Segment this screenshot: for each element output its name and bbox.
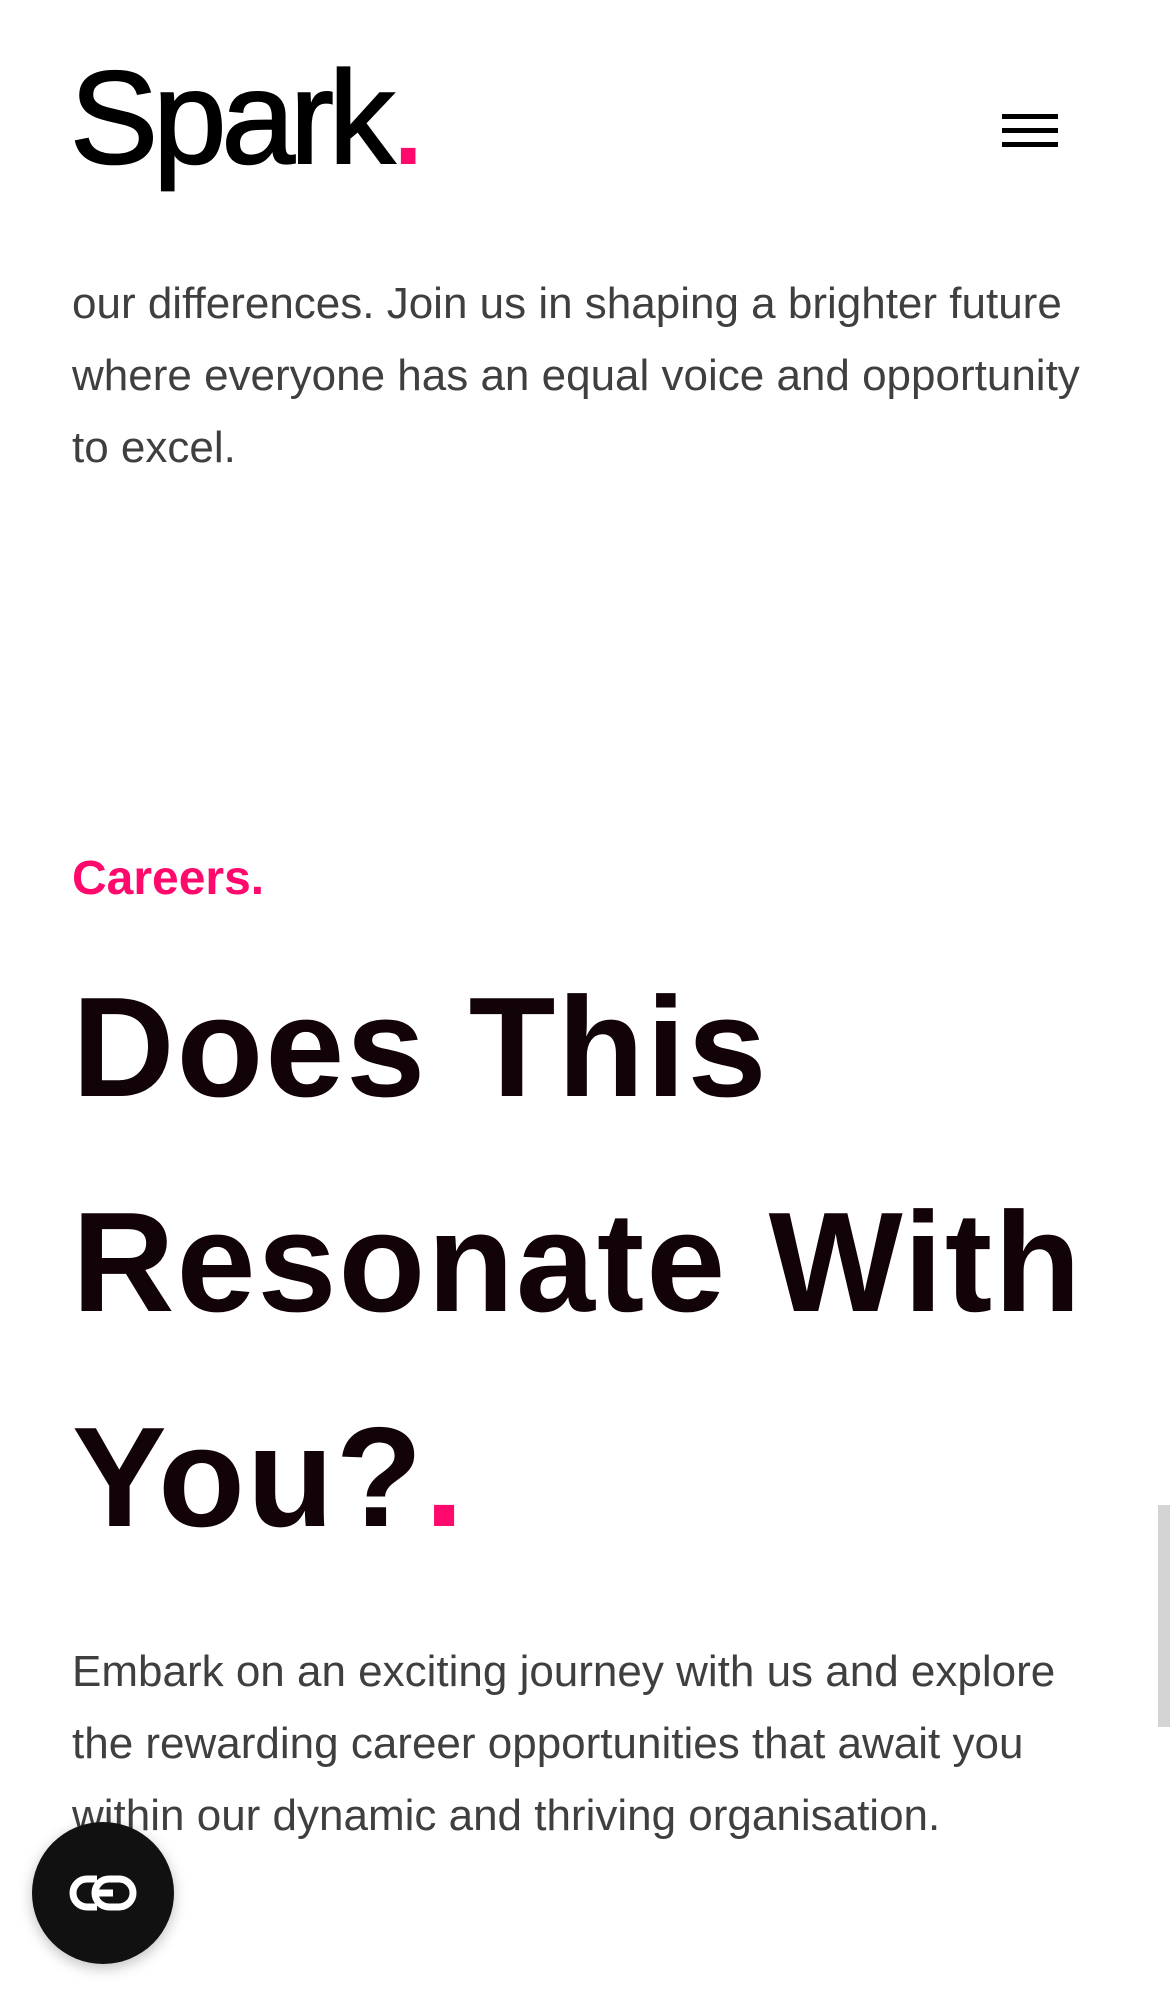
headline-line-3: You? xyxy=(72,1398,425,1557)
spark-logo[interactable]: Spark. xyxy=(69,51,427,185)
careers-headline: Does This Resonate With You?. xyxy=(72,940,1132,1585)
site-header: Spark. xyxy=(0,0,1170,260)
scrollbar-thumb[interactable] xyxy=(1158,1505,1170,1727)
headline-line-2: Resonate With xyxy=(72,1183,1083,1342)
careers-paragraph: Embark on an exciting journey with us an… xyxy=(72,1647,1056,1840)
intro-paragraph: our differences. Join us in shaping a br… xyxy=(72,279,1080,472)
menu-bar-top xyxy=(1002,114,1058,119)
menu-bar-middle xyxy=(1002,128,1058,133)
headline-dot: . xyxy=(424,1398,466,1557)
careers-eyebrow: Careers. xyxy=(72,852,265,905)
menu-bar-bottom xyxy=(1002,142,1058,147)
logo-text: Spark xyxy=(69,44,396,191)
hamburger-menu-icon[interactable] xyxy=(1002,108,1064,154)
cookie-consent-icon[interactable] xyxy=(32,1822,174,1964)
headline-line-1: Does This xyxy=(72,968,769,1127)
logo-dot: . xyxy=(389,44,428,191)
cookie-consent-glyph xyxy=(69,1875,137,1911)
